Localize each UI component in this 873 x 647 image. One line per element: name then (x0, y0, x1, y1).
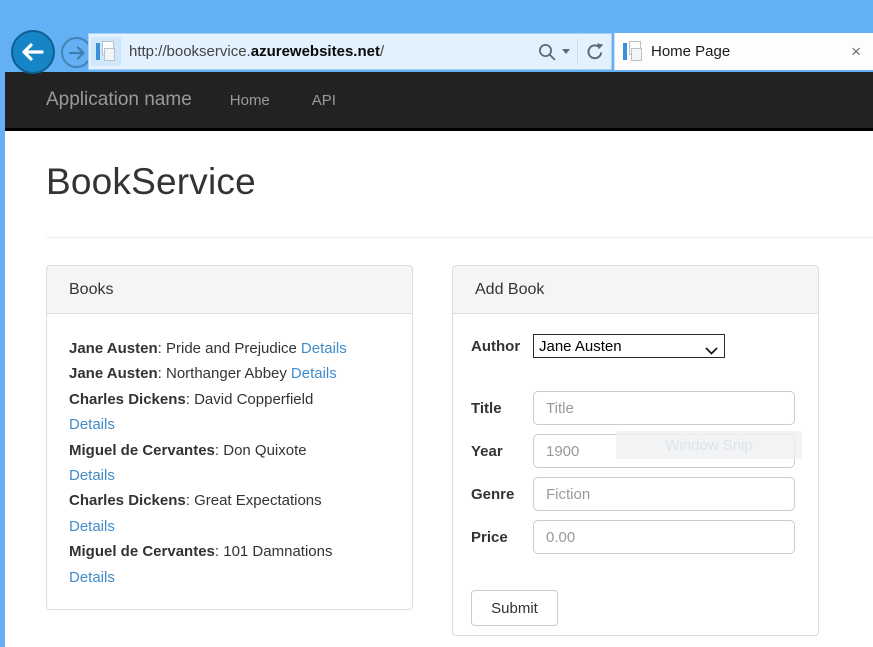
browser-window: http://bookservice.azurewebsites.net/ (0, 0, 873, 647)
url-text[interactable]: http://bookservice.azurewebsites.net/ (129, 43, 537, 60)
books-panel: Books Jane Austen: Pride and PrejudiceDe… (46, 265, 413, 610)
book-title: Great Expectations (194, 492, 322, 509)
tab-favicon-icon (623, 41, 643, 63)
book-author: Charles Dickens (69, 391, 186, 408)
nav-link-api[interactable]: API (312, 92, 336, 109)
book-details-link[interactable]: Details (69, 514, 390, 539)
book-title: Northanger Abbey (166, 365, 287, 382)
submit-button[interactable]: Submit (471, 590, 558, 626)
title-input[interactable] (533, 391, 795, 425)
nav-link-home[interactable]: Home (230, 92, 270, 109)
book-author: Miguel de Cervantes (69, 543, 215, 560)
back-button[interactable] (11, 30, 55, 74)
book-author: Jane Austen (69, 340, 158, 357)
forward-arrow-icon (68, 46, 86, 60)
book-details-link[interactable]: Details (69, 412, 390, 437)
book-separator: : (215, 442, 223, 459)
add-book-panel-title: Add Book (453, 266, 818, 314)
year-field-row: Year Window Snip (471, 434, 795, 468)
address-bar-divider (577, 39, 578, 65)
book-author: Miguel de Cervantes (69, 442, 215, 459)
genre-input[interactable] (533, 477, 795, 511)
book-separator: : (158, 365, 166, 382)
tab-title: Home Page (651, 43, 851, 60)
book-entry: Miguel de Cervantes: 101 Damnations Detai… (69, 539, 390, 590)
address-bar[interactable]: http://bookservice.azurewebsites.net/ (88, 33, 612, 70)
page-favicon-icon (91, 37, 121, 66)
genre-label: Genre (471, 486, 533, 503)
browser-chrome: http://bookservice.azurewebsites.net/ (0, 0, 873, 72)
search-icon[interactable] (537, 42, 557, 62)
book-details-link[interactable]: Details (301, 340, 347, 357)
genre-field-row: Genre (471, 477, 795, 511)
book-separator: : (186, 492, 194, 509)
book-details-link[interactable]: Details (69, 565, 390, 590)
price-label: Price (471, 529, 533, 546)
back-arrow-icon (21, 43, 45, 61)
book-details-link[interactable]: Details (291, 365, 337, 382)
year-label: Year (471, 443, 533, 460)
book-title: David Copperfield (194, 391, 313, 408)
book-separator: : (215, 543, 223, 560)
page-content: BookService Books Jane Austen: Pride and… (5, 131, 873, 647)
window-left-frame (0, 72, 5, 647)
page-title: BookService (46, 161, 256, 203)
refresh-icon[interactable] (585, 42, 605, 62)
title-field-row: Title (471, 391, 795, 425)
author-label: Author (471, 338, 533, 355)
books-list: Jane Austen: Pride and PrejudiceDetails … (47, 314, 412, 590)
book-author: Charles Dickens (69, 492, 186, 509)
tab-close-icon[interactable]: × (851, 43, 861, 60)
book-title: 101 Damnations (223, 543, 332, 560)
add-book-form: Author Jane Austen Title (453, 314, 818, 626)
search-options-caret-icon[interactable] (562, 49, 570, 54)
book-title: Pride and Prejudice (166, 340, 297, 357)
book-author: Jane Austen (69, 365, 158, 382)
book-entry: Charles Dickens: Great Expectations Detai… (69, 488, 390, 539)
book-entry: Charles Dickens: David Copperfield Detail… (69, 387, 390, 438)
browser-tab[interactable]: Home Page × (614, 33, 873, 70)
book-entry: Jane Austen: Northanger AbbeyDetails (69, 361, 390, 386)
book-separator: : (186, 391, 194, 408)
author-field-row: Author Jane Austen (471, 334, 795, 358)
book-title: Don Quixote (223, 442, 306, 459)
address-bar-tools (537, 39, 605, 65)
divider (46, 237, 873, 238)
book-entry: Jane Austen: Pride and PrejudiceDetails (69, 336, 390, 361)
title-label: Title (471, 400, 533, 417)
book-separator: : (158, 340, 166, 357)
book-details-link[interactable]: Details (69, 463, 390, 488)
app-navbar: Application name Home API (0, 72, 873, 131)
add-book-panel: Add Book Author Jane Austen (452, 265, 819, 636)
price-input[interactable] (533, 520, 795, 554)
price-field-row: Price (471, 520, 795, 554)
url-scheme: http://bookservice. (129, 43, 251, 60)
author-select[interactable]: Jane Austen (533, 334, 725, 358)
year-input[interactable] (533, 434, 795, 468)
book-entry: Miguel de Cervantes: Don Quixote Details (69, 438, 390, 489)
url-path: / (380, 43, 384, 60)
url-domain: azurewebsites.net (251, 43, 380, 60)
books-panel-title: Books (47, 266, 412, 314)
navbar-brand[interactable]: Application name (46, 89, 192, 111)
